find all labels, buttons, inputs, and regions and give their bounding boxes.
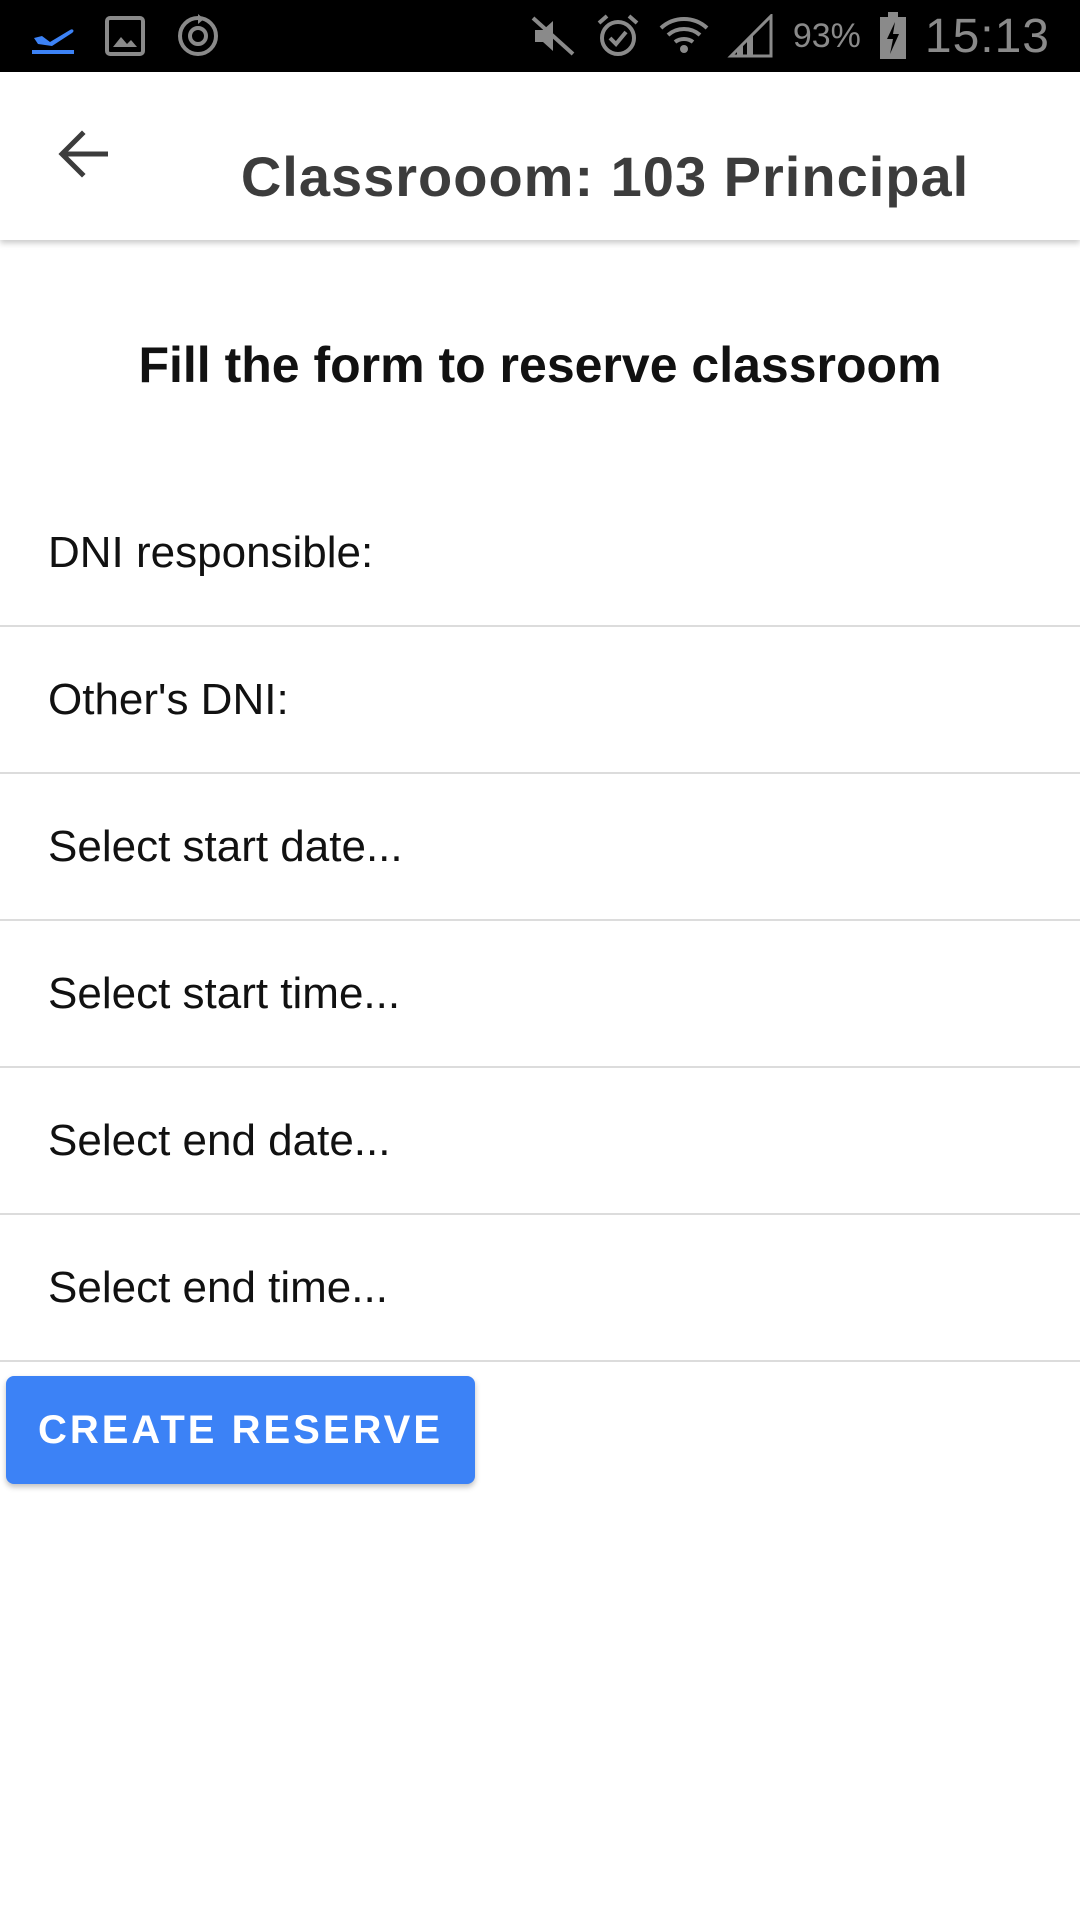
create-reserve-button[interactable]: CREATE RESERVE	[6, 1376, 475, 1484]
arrow-back-icon	[56, 129, 112, 183]
end-date-field[interactable]: Select end date...	[0, 1068, 1080, 1215]
others-dni-field[interactable]: Other's DNI:	[0, 627, 1080, 774]
battery-percent: 93%	[792, 16, 861, 55]
start-time-label: Select start time...	[48, 968, 401, 1018]
clock-time: 15:13	[924, 9, 1050, 63]
status-bar-right: 93% 15:13	[511, 9, 1050, 64]
battery-charging-icon	[879, 12, 907, 60]
end-time-label: Select end time...	[48, 1262, 388, 1312]
others-dni-label: Other's DNI:	[48, 674, 289, 724]
airplane-departure-icon	[30, 16, 76, 56]
status-bar-left	[30, 12, 250, 60]
app-bar: Classrooom: 103 Principal	[0, 72, 1080, 240]
wifi-icon	[659, 14, 709, 58]
dni-responsible-label: DNI responsible:	[48, 527, 374, 577]
muted-icon	[529, 14, 577, 58]
dni-responsible-field[interactable]: DNI responsible:	[0, 480, 1080, 627]
alarm-icon	[595, 13, 641, 59]
page-title: Classrooom: 103 Principal	[240, 145, 970, 208]
start-date-field[interactable]: Select start date...	[0, 774, 1080, 921]
end-date-label: Select end date...	[48, 1115, 391, 1165]
signal-icon	[727, 14, 775, 58]
sync-icon	[174, 12, 222, 60]
end-time-field[interactable]: Select end time...	[0, 1215, 1080, 1362]
form-heading: Fill the form to reserve classroom	[138, 337, 942, 393]
start-time-field[interactable]: Select start time...	[0, 921, 1080, 1068]
status-bar: 93% 15:13	[0, 0, 1080, 72]
back-button[interactable]	[40, 112, 128, 200]
image-icon	[104, 15, 146, 57]
start-date-label: Select start date...	[48, 821, 403, 871]
